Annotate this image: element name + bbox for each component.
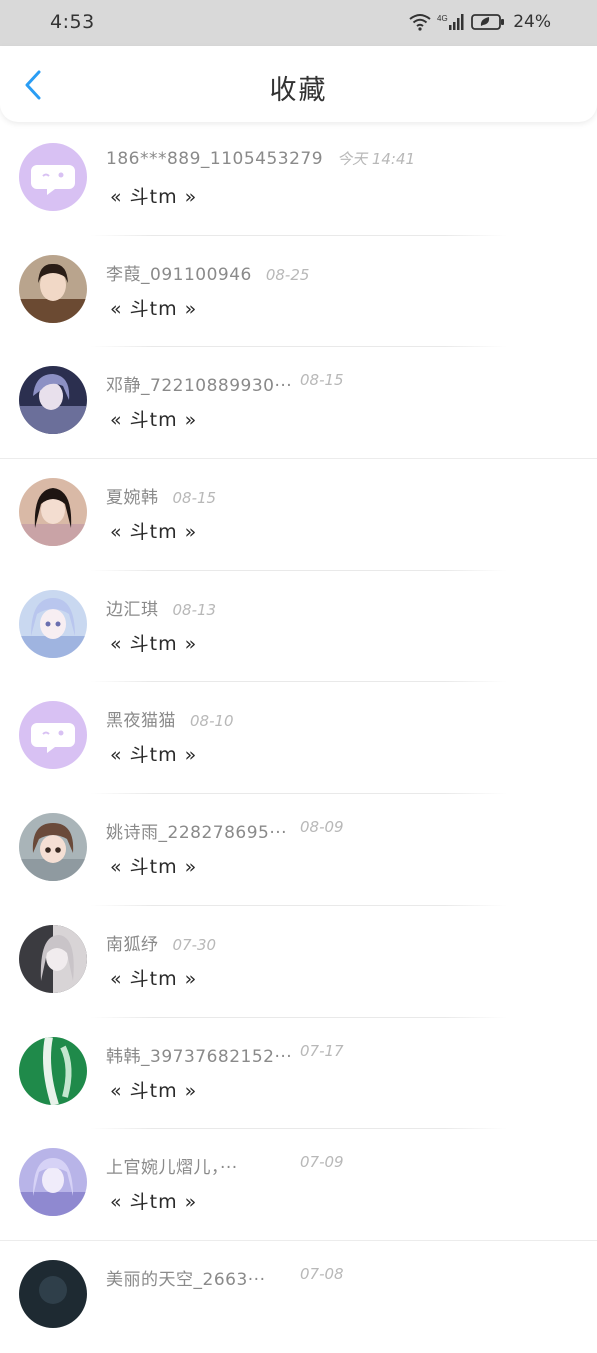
avatar bbox=[19, 366, 87, 435]
network-label: 4G bbox=[437, 14, 448, 23]
sender-name: 边汇琪 bbox=[106, 599, 159, 620]
anime-avatar-icon bbox=[19, 813, 87, 882]
page-title: 收藏 bbox=[269, 75, 328, 106]
favorite-date: 08-09 bbox=[300, 818, 344, 837]
favorite-item[interactable]: 上官婉儿熠儿，··· 07-09 « 斗tm » bbox=[0, 1129, 597, 1241]
meta-line: 李葭_091100946 08-25 bbox=[106, 260, 309, 285]
meta-line: 夏婉韩 08-15 bbox=[106, 483, 216, 508]
favorite-item[interactable]: 夏婉韩 08-15 « 斗tm » bbox=[0, 459, 597, 571]
favorite-date: 07-30 bbox=[172, 935, 217, 954]
avatar bbox=[19, 924, 87, 993]
favorite-date: 今天 14:41 bbox=[337, 150, 416, 168]
favorite-content: « 斗tm » bbox=[110, 409, 198, 432]
photo-avatar-icon bbox=[19, 478, 87, 547]
sender-name: 邓静_72210889930··· bbox=[106, 376, 293, 397]
sender-name: 上官婉儿熠儿，··· bbox=[106, 1158, 238, 1179]
status-time: 4:53 bbox=[50, 11, 95, 33]
avatar bbox=[19, 1259, 87, 1328]
anime-avatar-icon bbox=[19, 589, 87, 658]
anime-avatar-icon bbox=[19, 366, 87, 435]
favorite-item[interactable]: 美丽的天空_2663··· 07-08 bbox=[0, 1241, 597, 1353]
avatar bbox=[19, 254, 87, 323]
favorite-item[interactable]: 边汇琪 08-13 « 斗tm » bbox=[0, 571, 597, 683]
sender-name: 姚诗雨_228278695··· bbox=[106, 823, 288, 844]
favorite-content: « 斗tm » bbox=[110, 297, 198, 320]
meta-line: 186***889_1105453279 今天 14:41 bbox=[106, 148, 415, 169]
default-bot-avatar-icon bbox=[19, 701, 87, 770]
avatar bbox=[19, 1036, 87, 1105]
meta-line: 黑夜猫猫 08-10 bbox=[106, 706, 234, 731]
favorite-content: « 斗tm » bbox=[110, 521, 198, 544]
favorite-item[interactable]: 姚诗雨_228278695··· 08-09 « 斗tm » bbox=[0, 794, 597, 906]
meta-line: 南狐纾 07-30 bbox=[106, 930, 216, 955]
default-bot-avatar-icon bbox=[19, 143, 87, 211]
photo-avatar-icon bbox=[19, 1259, 87, 1328]
favorite-date: 08-15 bbox=[172, 489, 217, 508]
wifi-icon bbox=[409, 13, 431, 31]
sender-name: 186***889_1105453279 bbox=[106, 149, 324, 169]
favorite-content: « 斗tm » bbox=[110, 856, 198, 879]
sender-name: 黑夜猫猫 bbox=[106, 711, 176, 732]
favorite-content: « 斗tm » bbox=[110, 632, 198, 655]
favorite-item[interactable]: 李葭_091100946 08-25 « 斗tm » bbox=[0, 236, 597, 348]
avatar bbox=[19, 1148, 87, 1217]
favorite-item[interactable]: 黑夜猫猫 08-10 « 斗tm » bbox=[0, 682, 597, 795]
favorite-item[interactable]: 186***889_1105453279 今天 14:41 « 斗tm » bbox=[0, 124, 597, 236]
favorite-content: « 斗tm » bbox=[110, 744, 198, 767]
photo-avatar-icon bbox=[19, 254, 87, 323]
avatar bbox=[19, 478, 87, 547]
favorite-content: « 斗tm » bbox=[110, 967, 198, 990]
favorites-list: 186***889_1105453279 今天 14:41 « 斗tm » 李葭… bbox=[0, 124, 597, 1353]
favorite-content: « 斗tm » bbox=[110, 1191, 198, 1214]
anime-avatar-icon bbox=[19, 924, 87, 993]
favorite-date: 07-09 bbox=[300, 1153, 344, 1172]
avatar bbox=[19, 813, 87, 882]
meta-line: 韩韩_39737682152··· 07-17 bbox=[106, 1042, 344, 1067]
sender-name: 美丽的天空_2663··· bbox=[106, 1269, 266, 1290]
favorite-date: 08-13 bbox=[172, 600, 217, 619]
photo-avatar-icon bbox=[19, 1036, 87, 1105]
meta-line: 边汇琪 08-13 bbox=[106, 595, 216, 620]
favorite-content: « 斗tm » bbox=[110, 186, 198, 208]
avatar bbox=[19, 143, 87, 211]
favorite-item[interactable]: 南狐纾 07-30 « 斗tm » bbox=[0, 906, 597, 1018]
status-bar: 4:53 4G 24% bbox=[0, 0, 597, 46]
favorite-item[interactable]: 邓静_72210889930··· 08-15 « 斗tm » bbox=[0, 347, 597, 460]
meta-line: 姚诗雨_228278695··· 08-09 bbox=[106, 818, 344, 844]
anime-avatar-icon bbox=[19, 1148, 87, 1217]
status-icons: 4G 24% bbox=[409, 12, 551, 32]
battery-icon bbox=[471, 13, 505, 31]
favorite-date: 07-17 bbox=[300, 1041, 344, 1060]
meta-line: 上官婉儿熠儿，··· 07-09 bbox=[106, 1153, 344, 1179]
favorite-date: 08-25 bbox=[265, 265, 310, 284]
favorite-date: 08-15 bbox=[300, 371, 344, 390]
avatar bbox=[19, 589, 87, 658]
avatar bbox=[19, 701, 87, 770]
favorite-date: 07-08 bbox=[300, 1264, 344, 1283]
meta-line: 邓静_72210889930··· 08-15 bbox=[106, 371, 344, 397]
sender-name: 南狐纾 bbox=[106, 934, 159, 955]
sender-name: 韩韩_39737682152··· bbox=[106, 1046, 293, 1067]
sender-name: 夏婉韩 bbox=[106, 488, 159, 509]
header: 收藏 bbox=[0, 46, 597, 122]
sender-name: 李葭_091100946 bbox=[106, 264, 252, 285]
favorite-content: « 斗tm » bbox=[110, 1079, 198, 1102]
signal-icon: 4G bbox=[437, 13, 465, 31]
favorite-item[interactable]: 韩韩_39737682152··· 07-17 « 斗tm » bbox=[0, 1018, 597, 1130]
meta-line: 美丽的天空_2663··· 07-08 bbox=[106, 1265, 344, 1290]
favorite-date: 08-10 bbox=[190, 712, 234, 731]
battery-percent: 24% bbox=[513, 12, 551, 32]
